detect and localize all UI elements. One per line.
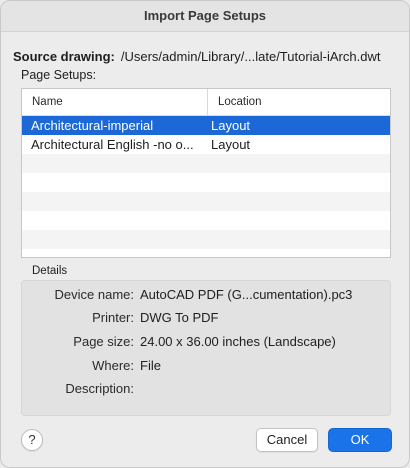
source-drawing-row: Source drawing: /Users/admin/Library/...l… (13, 49, 399, 64)
empty-table-row (22, 211, 390, 230)
detail-device-name: Device name: AutoCAD PDF (G...cumentatio… (22, 284, 390, 306)
page-setups-label: Page Setups: (21, 68, 97, 82)
printer-key: Printer: (92, 310, 134, 325)
description-key: Description: (65, 381, 134, 396)
empty-table-row (22, 230, 390, 249)
ok-button[interactable]: OK (328, 428, 392, 452)
source-drawing-label: Source drawing: (13, 49, 115, 64)
column-header-name[interactable]: Name (22, 89, 208, 115)
empty-table-row (22, 154, 390, 173)
table-header: Name Location (22, 89, 390, 116)
column-header-location[interactable]: Location (208, 89, 261, 115)
printer-value: DWG To PDF (140, 310, 219, 325)
detail-printer: Printer: DWG To PDF (22, 307, 390, 329)
import-page-setups-dialog: Import Page Setups Source drawing: /Users… (0, 0, 410, 468)
detail-where: Where: File (22, 355, 390, 377)
page-setups-table[interactable]: Name Location Architectural-imperial Lay… (21, 88, 391, 258)
where-key: Where: (92, 358, 134, 373)
where-value: File (140, 358, 161, 373)
source-drawing-path: /Users/admin/Library/...late/Tutorial-iA… (120, 49, 381, 64)
row-name-cell: Architectural-imperial (31, 118, 154, 133)
page-size-value: 24.00 x 36.00 inches (Landscape) (140, 334, 336, 349)
row-name-cell: Architectural English -no o... (31, 137, 194, 152)
table-row[interactable]: Architectural English -no o... Layout (22, 135, 390, 154)
page-size-key: Page size: (73, 334, 134, 349)
help-button[interactable]: ? (21, 429, 43, 451)
dialog-title: Import Page Setups (1, 1, 409, 32)
cancel-button[interactable]: Cancel (256, 428, 318, 452)
device-name-value: AutoCAD PDF (G...cumentation).pc3 (140, 287, 353, 302)
empty-table-row (22, 192, 390, 211)
empty-table-row (22, 173, 390, 192)
row-location-cell: Layout (211, 137, 251, 152)
table-row[interactable]: Architectural-imperial Layout (22, 116, 390, 135)
detail-page-size: Page size: 24.00 x 36.00 inches (Landsca… (22, 331, 390, 353)
device-name-key: Device name: (54, 287, 134, 302)
details-label: Details (32, 265, 68, 277)
detail-description: Description: (22, 378, 390, 400)
details-panel: Device name: AutoCAD PDF (G...cumentatio… (21, 280, 391, 416)
row-location-cell: Layout (211, 118, 251, 133)
